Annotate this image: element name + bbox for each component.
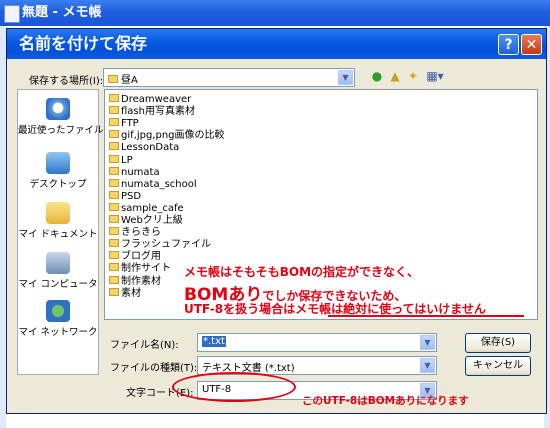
file-list-item[interactable]: sample_cafe <box>109 202 184 215</box>
file-list-item-label: 素材 <box>121 287 141 299</box>
place-label: 最近使ったファイル <box>18 125 104 136</box>
file-list-item-label: きらきら <box>121 227 161 239</box>
folder-icon <box>109 94 119 102</box>
file-list-item[interactable]: ブログ用 <box>109 251 161 263</box>
file-list-item-label: PSD <box>121 190 142 202</box>
place-desktop[interactable]: デスクトップ <box>18 152 98 190</box>
folder-icon <box>109 251 119 260</box>
file-list-item-label: Webクリ上級 <box>121 215 183 226</box>
folder-icon <box>109 154 119 163</box>
up-folder-icon[interactable]: ▲ <box>388 69 402 83</box>
chevron-down-icon[interactable]: ▼ <box>420 335 435 350</box>
filename-label: ファイル名(N): <box>110 340 179 351</box>
place-recent[interactable]: 最近使ったファイル <box>18 98 104 136</box>
folder-icon <box>109 202 119 211</box>
dialog-title: 名前を付けて保存 <box>19 34 148 53</box>
save-in-folder-name: 昼A <box>121 75 138 86</box>
file-list-item-label: flash用写真素材 <box>121 106 195 118</box>
place-my-computer[interactable]: マイ コンピュータ <box>18 252 98 290</box>
save-as-dialog: 名前を付けて保存 ? ✕ 保存する場所(I): 昼A ▼ ● ▲ ✦ ▦▾ 最近… <box>6 28 547 414</box>
folder-icon <box>109 227 119 236</box>
annotation-line-3b: メモ帳は絶対に使ってはいけません <box>295 302 486 316</box>
place-label: マイ ネットワーク <box>18 327 98 338</box>
encoding-annotation: このUTF-8はBOMありになります <box>302 395 469 407</box>
dialog-title-bar: 名前を付けて保存 ? ✕ <box>7 29 546 59</box>
file-list-item-label: FTP <box>121 118 139 130</box>
file-list-item[interactable]: Dreamweaver <box>109 94 191 106</box>
file-list-item-label: sample_cafe <box>121 202 184 214</box>
file-list-item[interactable]: フラッシュファイル <box>109 239 211 251</box>
new-folder-icon[interactable]: ✦ <box>406 69 420 83</box>
file-list-item-label: ブログ用 <box>121 251 161 263</box>
back-icon[interactable]: ● <box>370 69 384 83</box>
folder-icon <box>109 239 119 248</box>
folder-icon <box>109 166 119 175</box>
file-list-item-label: 制作素材 <box>121 275 161 287</box>
views-menu-icon[interactable]: ▦▾ <box>424 69 446 83</box>
file-list-item[interactable]: numata_school <box>109 178 197 191</box>
file-list-item-label: LessonData <box>121 142 180 154</box>
folder-icon <box>109 118 119 127</box>
places-bar: 最近使ったファイル デスクトップ マイ ドキュメント マイ コンピュータ マイ … <box>17 89 104 375</box>
folder-icon <box>109 130 119 139</box>
my-computer-icon <box>46 252 70 274</box>
annotation-underline <box>328 315 524 317</box>
file-list-item-label: フラッシュファイル <box>121 239 211 251</box>
chevron-down-icon[interactable]: ▼ <box>420 358 435 373</box>
notepad-title: 無題 - メモ帳 <box>22 5 102 20</box>
recent-documents-icon <box>46 98 70 120</box>
file-list-item[interactable]: gif,jpg,png画像の比較 <box>109 130 225 142</box>
file-list-item-label: 制作サイト <box>121 263 171 275</box>
file-list-item[interactable]: 制作サイト <box>109 263 171 275</box>
file-list-item-label: gif,jpg,png画像の比較 <box>121 130 225 142</box>
file-list-item[interactable]: 素材 <box>109 287 141 300</box>
file-list-item[interactable]: LessonData <box>109 142 179 154</box>
notepad-icon <box>4 5 20 23</box>
place-label: マイ ドキュメント <box>18 229 98 240</box>
close-button[interactable]: ✕ <box>521 34 542 55</box>
my-documents-icon <box>46 202 70 224</box>
save-in-dropdown[interactable]: 昼A ▼ <box>103 68 355 87</box>
cancel-button[interactable]: キャンセル <box>465 356 531 376</box>
folder-icon <box>109 275 119 284</box>
file-list-item-label: numata_school <box>121 178 197 190</box>
chevron-down-icon[interactable]: ▼ <box>338 70 353 85</box>
file-list-item[interactable]: Webクリ上級 <box>109 215 183 227</box>
file-list-item-label: numata <box>121 166 160 178</box>
help-button[interactable]: ? <box>498 34 519 55</box>
folder-icon <box>109 190 119 199</box>
notepad-title-bar: 無題 - メモ帳 <box>0 0 550 26</box>
save-button[interactable]: 保存(S) <box>465 333 531 353</box>
place-my-network[interactable]: マイ ネットワーク <box>18 300 98 338</box>
file-list-item[interactable]: FTP <box>109 118 139 130</box>
file-list-item[interactable]: numata <box>109 166 160 179</box>
file-list-item-label: LP <box>121 154 133 166</box>
place-label: マイ コンピュータ <box>18 279 98 290</box>
filetype-label: ファイルの種類(T): <box>110 363 198 374</box>
encoding-highlight-ellipse <box>172 372 296 402</box>
desktop-icon <box>46 152 70 174</box>
annotation-line-3a: UTF-8を扱う場合は <box>184 302 296 316</box>
my-network-icon <box>46 300 70 322</box>
file-list-item[interactable]: LP <box>109 154 133 167</box>
file-list-item[interactable]: flash用写真素材 <box>109 106 195 118</box>
file-list-item[interactable]: PSD <box>109 190 142 203</box>
place-my-documents[interactable]: マイ ドキュメント <box>18 202 98 240</box>
folder-icon <box>109 178 119 187</box>
save-in-label: 保存する場所(I): <box>29 76 104 87</box>
file-list-item-label: Dreamweaver <box>121 94 192 105</box>
save-in-value: 昼A <box>108 71 138 86</box>
filename-input[interactable]: *.txt ▼ <box>197 333 437 352</box>
annotation-line-1: メモ帳はそもそもBOMの指定ができなく、 <box>184 265 420 279</box>
file-list-item[interactable]: 制作素材 <box>109 275 161 288</box>
filename-value: *.txt <box>202 336 226 347</box>
folder-icon <box>109 263 119 272</box>
file-list-item[interactable]: きらきら <box>109 227 161 239</box>
folder-icon <box>108 75 118 83</box>
folder-icon <box>109 287 119 296</box>
folder-icon <box>109 142 119 151</box>
folder-icon <box>109 106 119 115</box>
place-label: デスクトップ <box>29 179 87 190</box>
folder-icon <box>109 215 119 223</box>
